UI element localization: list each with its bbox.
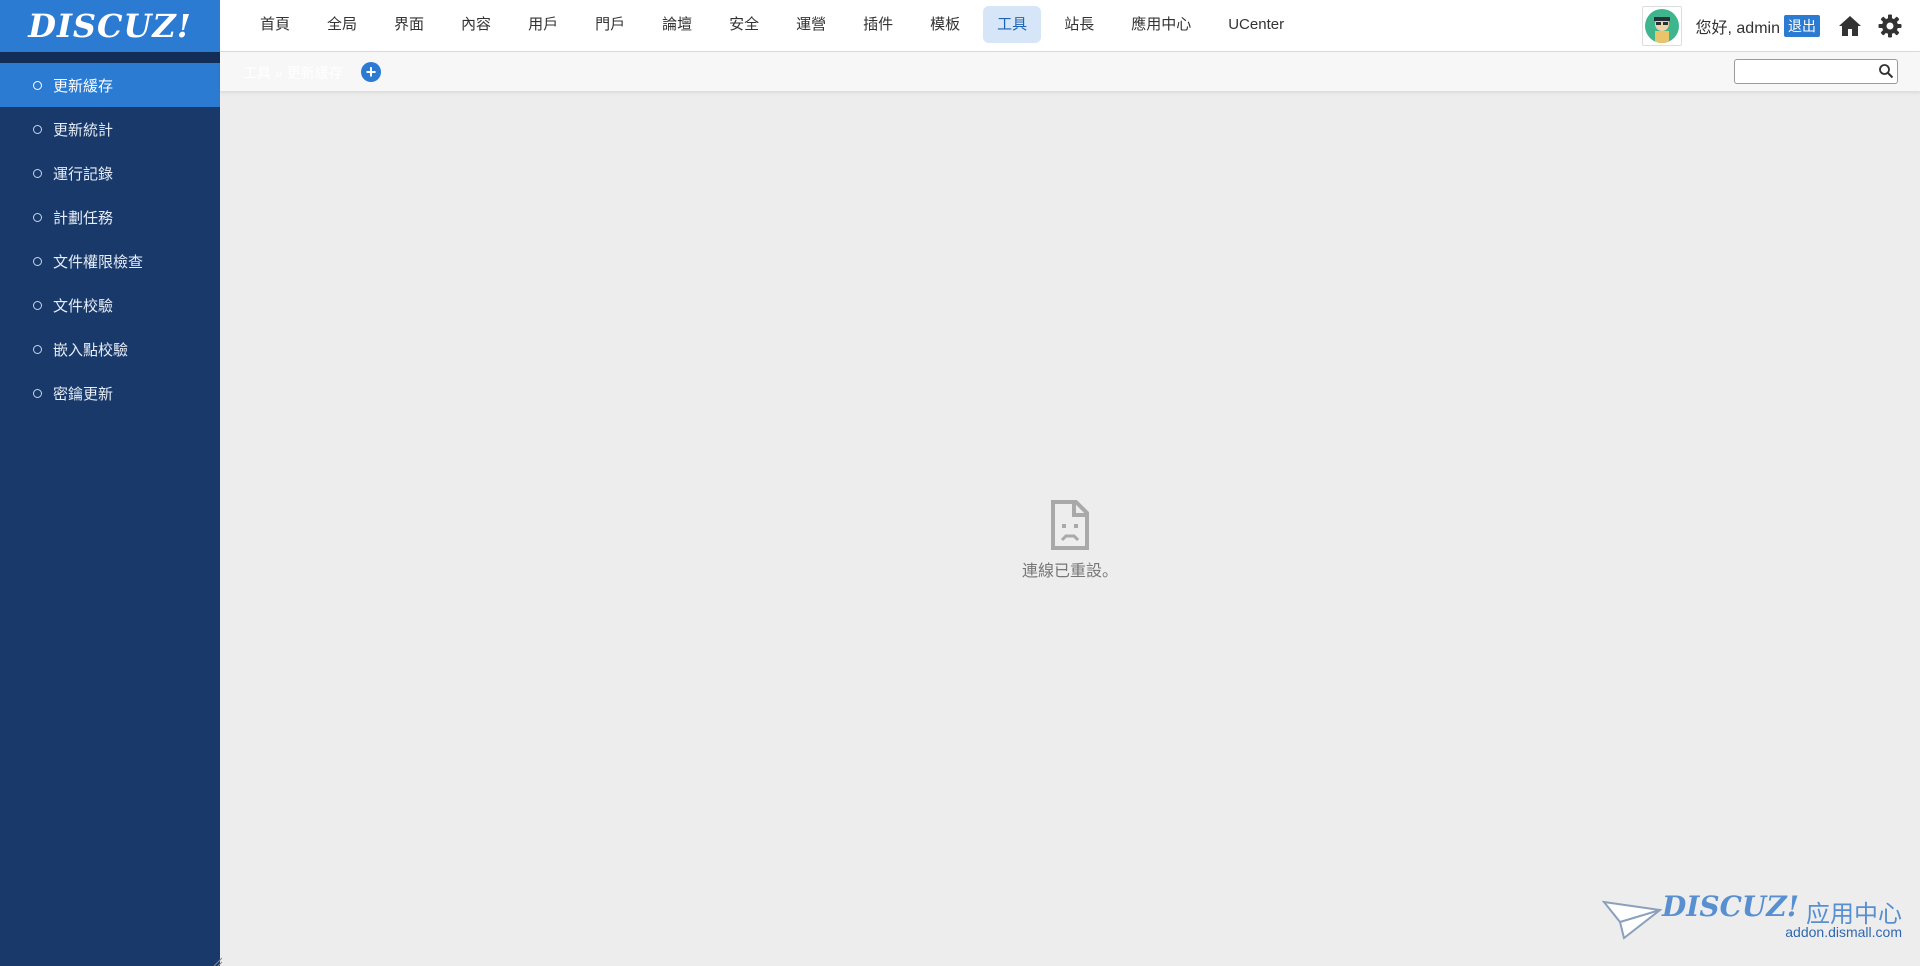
avatar[interactable] (1641, 6, 1682, 46)
nav-item-templates[interactable]: 模板 (916, 6, 974, 43)
sidebar-item-label: 嵌入點校驗 (53, 341, 129, 359)
sidebar-item-run-log[interactable]: 運行記錄 (0, 151, 220, 195)
sidebar: 更新緩存 更新統計 運行記錄 計劃任務 文件權限檢查 文件校驗 嵌入點校驗 密鑰… (0, 52, 220, 966)
nav-item-operations[interactable]: 運營 (782, 6, 840, 43)
nav-item-tools[interactable]: 工具 (983, 6, 1042, 43)
bullet-icon (33, 124, 42, 134)
nav-item-security[interactable]: 安全 (715, 6, 773, 43)
paper-plane-icon (1602, 900, 1662, 940)
discuz-logo[interactable]: DISCUZ! (0, 0, 220, 52)
sidebar-item-label: 運行記錄 (53, 165, 114, 183)
bullet-icon (33, 388, 42, 398)
top-header: DISCUZ! 首頁 全局 界面 內容 用戶 門戶 論壇 安全 運營 插件 模板… (0, 0, 1920, 52)
bullet-icon (33, 300, 42, 310)
nav-item-plugins[interactable]: 插件 (849, 6, 907, 43)
app-center-watermark: DISCUZ! 应用中心 addon.dismall.com (1602, 890, 1902, 944)
sidebar-item-label: 密鑰更新 (53, 385, 114, 403)
nav-item-interface[interactable]: 界面 (380, 6, 438, 43)
breadcrumb: 工具 » 更新緩存 (243, 65, 343, 81)
nav-item-home[interactable]: 首頁 (246, 6, 304, 43)
bullet-icon (33, 344, 42, 354)
bullet-icon (33, 80, 42, 90)
connection-error: 連線已重設。 (1000, 500, 1140, 581)
sidebar-item-label: 更新統計 (53, 121, 114, 139)
breadcrumb-bar: 工具 » 更新緩存 + (220, 52, 1920, 92)
sidebar-item-file-verify[interactable]: 文件校驗 (0, 283, 220, 327)
nav-item-forum[interactable]: 論壇 (648, 6, 706, 43)
home-icon[interactable] (1836, 12, 1864, 40)
avatar-image (1644, 9, 1679, 43)
sidebar-item-key-update[interactable]: 密鑰更新 (0, 371, 220, 415)
nav-item-app-center[interactable]: 應用中心 (1117, 6, 1205, 43)
sidebar-item-label: 文件權限檢查 (53, 253, 144, 271)
gear-icon[interactable] (1876, 12, 1904, 40)
sidebar-item-label: 更新緩存 (53, 77, 114, 95)
main-nav: 首頁 全局 界面 內容 用戶 門戶 論壇 安全 運營 插件 模板 工具 站長 應… (246, 6, 1307, 43)
broken-page-icon (1051, 500, 1089, 550)
sidebar-item-update-stats[interactable]: 更新統計 (0, 107, 220, 151)
user-area: 您好, admin 退出 (1641, 0, 1920, 52)
nav-item-portal[interactable]: 門戶 (581, 6, 639, 43)
sidebar-item-label: 計劃任務 (53, 209, 114, 227)
nav-item-global[interactable]: 全局 (313, 6, 371, 43)
nav-item-content[interactable]: 內容 (447, 6, 505, 43)
bullet-icon (33, 256, 42, 266)
sidebar-item-label: 文件校驗 (53, 297, 114, 315)
nav-item-users[interactable]: 用戶 (514, 6, 572, 43)
search-input[interactable] (1735, 60, 1873, 83)
user-greeting: 您好, admin (1695, 20, 1780, 37)
sidebar-top-strip (0, 52, 220, 63)
sidebar-item-hook-verify[interactable]: 嵌入點校驗 (0, 327, 220, 371)
sidebar-item-file-permission-check[interactable]: 文件權限檢查 (0, 239, 220, 283)
nav-item-ucenter[interactable]: UCenter (1214, 6, 1298, 43)
search-box (1734, 59, 1898, 84)
sidebar-item-scheduled-tasks[interactable]: 計劃任務 (0, 195, 220, 239)
nav-item-admin[interactable]: 站長 (1050, 6, 1108, 43)
search-icon[interactable] (1878, 63, 1894, 79)
watermark-logo: DISCUZ! (1662, 890, 1800, 923)
bullet-icon (33, 212, 42, 222)
resize-handle-icon[interactable] (212, 956, 222, 966)
sidebar-item-update-cache[interactable]: 更新緩存 (0, 63, 220, 107)
add-shortcut-button[interactable]: + (361, 62, 381, 82)
watermark-url: addon.dismall.com (1785, 924, 1902, 940)
error-message: 連線已重設。 (1021, 563, 1118, 580)
logo-text: DISCUZ! (28, 7, 192, 45)
bullet-icon (33, 168, 42, 178)
logout-button[interactable]: 退出 (1784, 15, 1820, 37)
